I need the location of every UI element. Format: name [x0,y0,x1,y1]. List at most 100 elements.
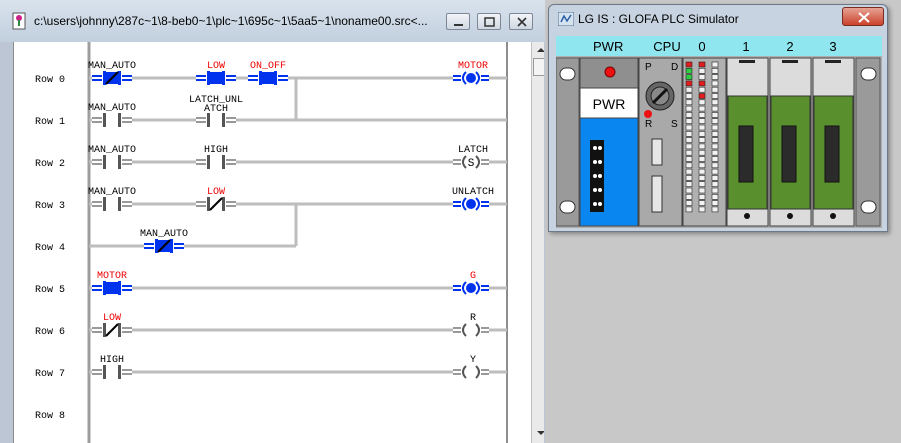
slot-0-module[interactable] [682,57,727,227]
io-led [711,61,719,68]
contact-label: LOW [207,187,225,198]
coil-label: G [470,271,476,282]
coil-motor[interactable] [453,71,489,85]
io-led [711,118,719,125]
io-led [685,206,693,213]
cpu-mode-r-label: R [645,119,652,130]
io-led [685,143,693,150]
io-led [698,181,706,187]
io-led [685,74,693,80]
io-led [711,80,719,87]
io-led [685,99,693,106]
close-icon [858,12,870,23]
io-led [698,131,706,137]
io-led [685,200,693,206]
contact-motor[interactable] [92,281,132,295]
slot-2-module[interactable] [769,57,812,227]
rack-mount-hole [559,200,576,214]
row-label: Row 4 [35,243,65,254]
contact-low[interactable] [92,323,132,337]
cpu-comm-port [651,138,663,166]
contact-man-auto[interactable] [92,155,132,169]
io-led [685,80,693,87]
coil-g[interactable] [453,281,489,295]
io-led [711,168,719,175]
io-led [711,162,719,169]
contact-man-auto[interactable] [144,239,184,253]
contact-man-auto[interactable] [92,197,132,211]
io-led [698,61,706,68]
coil-glyph: S [468,158,475,170]
io-led [698,156,706,162]
scroll-thumb[interactable] [533,58,544,76]
cpu-module[interactable]: P D R S [638,57,683,227]
io-led [685,137,693,143]
io-led [698,175,706,181]
scroll-down-icon[interactable] [533,427,544,439]
io-led [685,149,693,156]
contact-low[interactable] [196,71,236,85]
io-led [711,187,719,194]
contact-latch-unlatch[interactable] [196,113,236,127]
contact-high[interactable] [92,365,132,379]
row-label: Row 2 [35,159,65,170]
coil-r[interactable] [453,323,489,337]
simulator-window-title: LG IS : GLOFA PLC Simulator [578,12,739,26]
contact-on-off[interactable] [248,71,288,85]
io-led [711,105,719,112]
ladder-diagram-area[interactable]: Row 0 Row 1 Row 2 Row 3 Row 4 Row 5 Row 6 Row 7… [13,42,544,443]
coil-unlatch[interactable] [453,197,489,211]
slot-label-2: 2 [786,39,794,54]
io-led [698,80,706,87]
io-led [711,194,719,200]
coil-latch[interactable]: S [453,155,489,170]
simulator-close-button[interactable] [842,7,884,26]
io-led [711,93,719,99]
coil-label: UNLATCH [452,187,494,198]
coil-label: Y [470,355,476,366]
app-icon[interactable] [12,12,26,30]
io-led [698,99,706,106]
close-button[interactable] [509,13,533,30]
scroll-up-icon[interactable] [533,44,544,56]
io-led [685,181,693,187]
power-module-label: PWR [593,96,626,112]
coil-y[interactable] [453,365,489,379]
row-label: Row 5 [35,285,65,296]
power-led [604,66,616,78]
rack-modules: PWR P D R S [556,57,881,227]
slot-1-module[interactable] [726,57,769,227]
maximize-button[interactable] [477,13,501,30]
io-led [711,175,719,181]
contact-label: MAN_AUTO [88,61,136,72]
contact-label: ON_OFF [250,61,286,72]
io-led [685,93,693,99]
contact-label: ATCH [204,104,228,115]
vertical-scrollbar[interactable] [531,42,544,443]
minimize-icon [454,24,463,26]
contact-low[interactable] [196,197,236,211]
io-led [711,112,719,118]
minimize-button[interactable] [446,13,470,30]
io-led [698,168,706,175]
editor-title-bar[interactable]: c:\users\johnny\287c~1\8-beb0~1\plc~1\69… [0,0,545,42]
slot-3-module[interactable] [812,57,855,227]
io-led [698,124,706,131]
contact-label: MAN_AUTO [88,187,136,198]
io-led [698,86,706,93]
rack-mount-hole [860,67,877,81]
contact-high[interactable] [196,155,236,169]
contact-man-auto[interactable] [92,113,132,127]
io-led [698,137,706,143]
row-label: Row 3 [35,201,65,212]
slot-label-cpu: CPU [653,39,681,54]
contact-label: MAN_AUTO [140,229,188,240]
io-led [711,206,719,213]
simulator-app-icon[interactable] [558,12,574,26]
contact-man-auto[interactable] [92,71,132,85]
io-led [711,68,719,74]
power-module[interactable]: PWR [579,57,639,227]
io-led [685,162,693,169]
io-led [698,143,706,150]
cpu-mode-d-label: D [671,62,678,73]
